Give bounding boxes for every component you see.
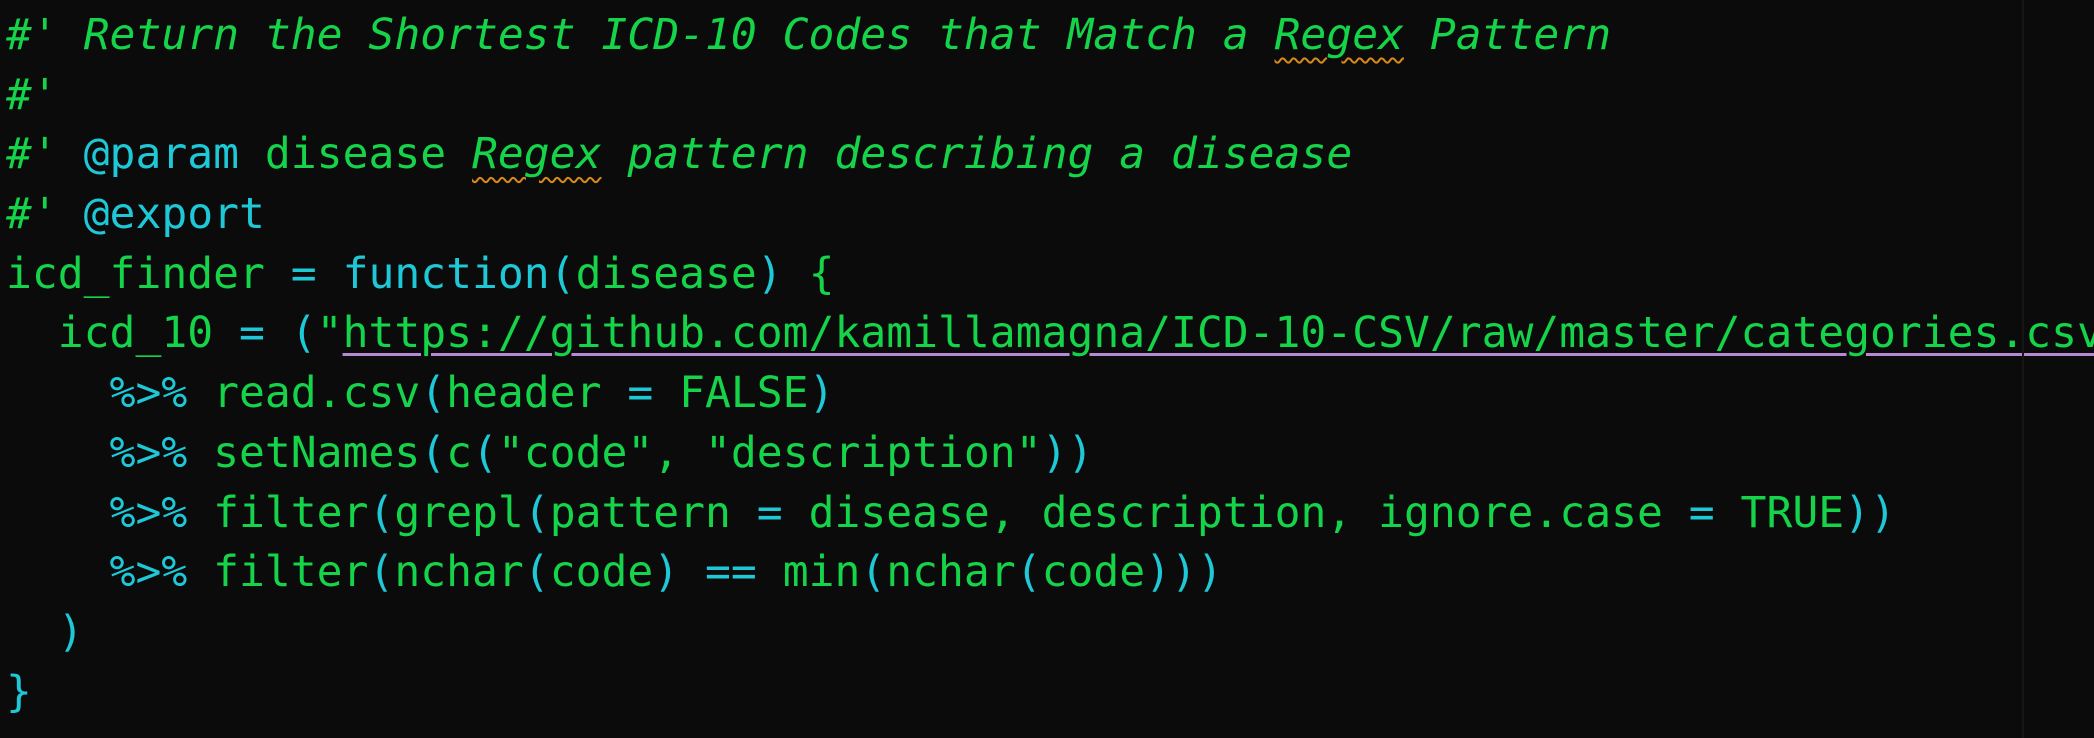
code-line[interactable]: icd_finder = function(disease) { — [6, 245, 2094, 305]
code-token: disease — [575, 248, 757, 299]
code-editor[interactable]: #' Return the Shortest ICD-10 Codes that… — [0, 0, 2094, 738]
code-line[interactable]: } — [6, 663, 2094, 723]
code-token: ) — [57, 606, 84, 657]
code-token: FALSE — [653, 368, 809, 419]
comment-token: Pattern — [1403, 10, 1612, 60]
code-token: ( — [523, 487, 550, 538]
code-token: grepl — [394, 487, 524, 538]
code-token: = — [290, 248, 317, 299]
code-token: == — [705, 547, 757, 598]
code-area[interactable]: #' Return the Shortest ICD-10 Codes that… — [6, 6, 2094, 722]
code-line[interactable]: %>% read.csv(header = FALSE) — [6, 364, 2094, 424]
comment-token: #' — [6, 69, 58, 120]
code-token: filter — [187, 547, 369, 598]
code-token: disease, description, ignore.case — [782, 487, 1689, 538]
code-line[interactable]: #' @export — [6, 185, 2094, 245]
code-token: = — [627, 368, 654, 419]
code-token: ( — [368, 547, 395, 598]
editor-margin-rule — [2022, 0, 2024, 738]
code-token: ))) — [1145, 547, 1223, 598]
code-line[interactable]: #' Return the Shortest ICD-10 Codes that… — [6, 6, 2094, 66]
code-line[interactable]: #' — [6, 66, 2094, 126]
code-token: ) — [808, 368, 835, 419]
code-token: ) — [653, 547, 680, 598]
code-token: ( — [472, 427, 498, 478]
code-token: "code" — [497, 427, 654, 478]
code-token: , — [653, 427, 706, 478]
code-token: icd_10 — [6, 308, 239, 359]
code-token: ( — [290, 308, 317, 359]
code-token: filter — [187, 487, 369, 538]
code-token: min — [756, 547, 861, 598]
code-token: %>% — [109, 487, 188, 538]
code-token: function — [342, 248, 550, 299]
code-token: ( — [420, 368, 447, 419]
code-token: } — [6, 666, 32, 717]
code-token: nchar — [886, 547, 1016, 598]
code-token: pattern — [549, 487, 757, 538]
code-token: ( — [523, 547, 550, 598]
code-token: ( — [368, 487, 395, 538]
code-token: { — [808, 248, 835, 299]
comment-token: pattern describing a disease — [601, 129, 1353, 180]
code-token: ) — [756, 248, 783, 299]
code-token: ( — [420, 427, 447, 478]
roxygen-tag: @param — [83, 129, 240, 180]
code-token: read.csv — [187, 368, 421, 419]
code-token: header — [446, 368, 628, 419]
comment-token: #' — [6, 189, 84, 240]
code-token: "description" — [705, 427, 1042, 478]
code-token: %>% — [109, 368, 188, 419]
code-token: ( — [860, 547, 887, 598]
code-line[interactable]: %>% setNames(c("code", "description")) — [6, 424, 2094, 484]
code-token: )) — [1844, 487, 1896, 538]
code-line[interactable]: %>% filter(grepl(pattern = disease, desc… — [6, 484, 2094, 544]
spellcheck-word: Regex — [472, 129, 602, 180]
code-token: " — [316, 308, 343, 359]
comment-token: #' — [6, 129, 84, 180]
code-line[interactable]: #' @param disease Regex pattern describi… — [6, 125, 2094, 185]
code-token: ( — [549, 248, 576, 299]
url-link[interactable]: https://github.com/kamillamagna/ICD-10-C… — [343, 308, 2094, 358]
code-token: = — [1688, 487, 1715, 538]
code-line[interactable]: icd_10 = ("https://github.com/kamillamag… — [6, 304, 2094, 364]
spellcheck-word: Regex — [1274, 10, 1404, 60]
code-token: %>% — [109, 427, 188, 478]
code-token: code — [549, 547, 654, 598]
code-token: code — [1041, 547, 1146, 598]
code-token: ( — [1015, 547, 1042, 598]
code-line[interactable]: %>% filter(nchar(code) == min(nchar(code… — [6, 543, 2094, 603]
code-token: )) — [1041, 427, 1094, 478]
code-token: %>% — [109, 547, 188, 598]
code-line[interactable]: ) — [6, 603, 2094, 663]
code-token: = — [239, 308, 265, 359]
comment-token: disease — [239, 129, 473, 180]
code-token: setNames — [187, 427, 421, 478]
comment-token: #' Return the Shortest ICD-10 Codes that… — [6, 10, 1275, 60]
code-token: icd_finder — [6, 248, 291, 299]
code-token: TRUE — [1714, 487, 1845, 538]
code-token: = — [756, 487, 783, 538]
code-token: c — [446, 427, 473, 478]
code-token: nchar — [394, 547, 524, 598]
roxygen-tag: @export — [83, 189, 265, 240]
